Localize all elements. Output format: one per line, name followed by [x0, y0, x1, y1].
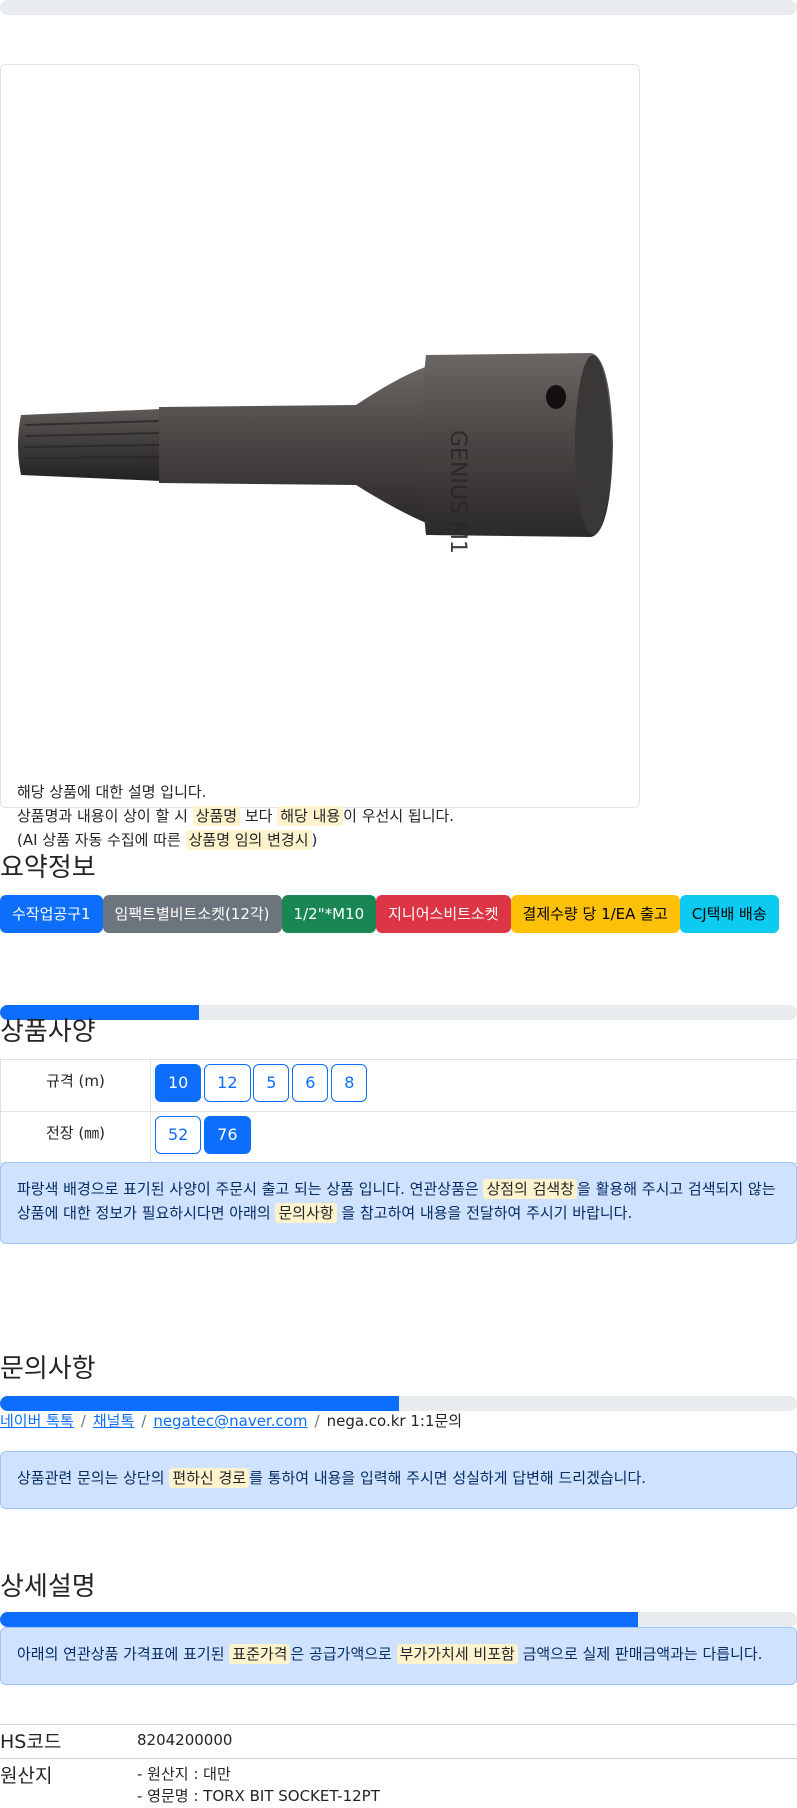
- option-length-52[interactable]: 52: [155, 1116, 202, 1154]
- spec-progress-bar: [0, 1005, 797, 1020]
- spec-row-length: 전장 (㎜) 52 76: [0, 1111, 797, 1164]
- inquiry-title: 문의사항: [0, 1354, 96, 1384]
- svg-text:GENIUS M10: GENIUS M10: [445, 430, 470, 555]
- origin-line-2: - 영문명 : TORX BIT SOCKET-12PT: [137, 1787, 380, 1805]
- badge-shipping: CJ택배 배송: [679, 895, 779, 933]
- badge-size: 1/2"*M10: [281, 895, 377, 933]
- detail-progress-fill: [0, 1612, 638, 1627]
- spec-label-length: 전장 (㎜): [0, 1111, 151, 1164]
- highlight-route: 편하신 경로: [169, 1468, 250, 1488]
- hs-code-value: 8204200000: [137, 1731, 233, 1749]
- origin-row: 원산지 - 원산지 : 대만 - 영문명 : TORX BIT SOCKET-1…: [0, 1758, 797, 1808]
- hs-code-row: HS코드 8204200000: [0, 1724, 797, 1758]
- detail-title: 상세설명: [0, 1572, 96, 1602]
- contact-links: 네이버 톡톡 / 채널톡 / negatec@naver.com / nega.co.kr …: [0, 1412, 463, 1430]
- inquiry-notice: 상품관련 문의는 상단의 편하신 경로 를 통하여 내용을 입력해 주시면 성실하…: [0, 1451, 797, 1509]
- summary-badges: 수작업공구1 임팩트별비트소켓(12각) 1/2"*M10 지니어스비트소켓 결…: [0, 895, 779, 933]
- product-image: GENIUS M10: [18, 353, 613, 555]
- spec-title: 상품사양: [0, 1017, 96, 1047]
- origin-label: 원산지: [0, 1765, 53, 1787]
- highlight-standard-price: 표준가격: [229, 1644, 291, 1664]
- product-card: GENIUS M10 해당 상품에 대한 설명 입니다. 상품명과 내용이 상이…: [0, 64, 640, 850]
- highlight-vat: 부가가치세 비포함: [396, 1644, 518, 1664]
- option-length-76[interactable]: 76: [204, 1116, 251, 1154]
- detail-progress-bar: [0, 1612, 797, 1627]
- spec-options-size: 10 12 5 6 8: [150, 1059, 797, 1112]
- highlight-inquiry: 문의사항: [275, 1203, 337, 1223]
- highlight-product-name: 상품명: [192, 806, 241, 826]
- origin-value: - 원산지 : 대만 - 영문명 : TORX BIT SOCKET-12PT: [137, 1763, 380, 1807]
- spec-options-length: 52 76: [150, 1111, 797, 1164]
- badge-quantity: 결제수량 당 1/EA 출고: [510, 895, 680, 933]
- spec-table: 규격 (m) 10 12 5 6 8 전장 (㎜) 52 76: [0, 1059, 797, 1164]
- naver-talk-link[interactable]: 네이버 톡톡: [0, 1412, 74, 1430]
- detail-notice: 아래의 연관상품 가격표에 표기된 표준가격 은 공급가액으로 부가가치세 비포함…: [0, 1627, 797, 1685]
- option-size-12[interactable]: 12: [204, 1064, 251, 1102]
- spec-label-size: 규격 (m): [0, 1059, 151, 1112]
- highlight-name-change: 상품명 임의 변경시: [185, 830, 312, 850]
- description-line-3: (AI 상품 자동 수집에 따른 상품명 임의 변경시): [17, 830, 318, 850]
- description-line-1: 해당 상품에 대한 설명 입니다.: [17, 783, 207, 801]
- inquiry-progress-bar: [0, 1396, 797, 1411]
- badge-brand: 지니어스비트소켓: [376, 895, 511, 933]
- highlight-search: 상점의 검색창: [483, 1179, 578, 1199]
- option-size-6[interactable]: 6: [292, 1064, 329, 1102]
- badge-product-type: 임팩트별비트소켓(12각): [102, 895, 282, 933]
- hs-code-label: HS코드: [0, 1731, 62, 1753]
- origin-line-1: - 원산지 : 대만: [137, 1765, 231, 1783]
- email-link[interactable]: negatec@naver.com: [153, 1412, 307, 1430]
- summary-title: 요약정보: [0, 853, 96, 883]
- product-description: 해당 상품에 대한 설명 입니다. 상품명과 내용이 상이 할 시 상품명 보다…: [17, 780, 454, 852]
- option-size-5[interactable]: 5: [253, 1064, 290, 1102]
- spec-notice: 파랑색 배경으로 표기된 사양이 주문시 출고 되는 상품 입니다. 연관상품은…: [0, 1162, 797, 1244]
- badge-category: 수작업공구1: [0, 895, 103, 933]
- top-progress-bar: [0, 0, 797, 15]
- spec-row-size: 규격 (m) 10 12 5 6 8: [0, 1059, 797, 1112]
- option-size-8[interactable]: 8: [331, 1064, 368, 1102]
- site-inquiry-text: nega.co.kr 1:1문의: [326, 1412, 463, 1430]
- highlight-content: 해당 내용: [277, 806, 344, 826]
- channel-talk-link[interactable]: 채널톡: [93, 1412, 134, 1430]
- option-size-10[interactable]: 10: [155, 1064, 202, 1102]
- inquiry-progress-fill: [0, 1396, 399, 1411]
- description-line-2: 상품명과 내용이 상이 할 시 상품명 보다 해당 내용 이 우선시 됩니다.: [17, 806, 455, 826]
